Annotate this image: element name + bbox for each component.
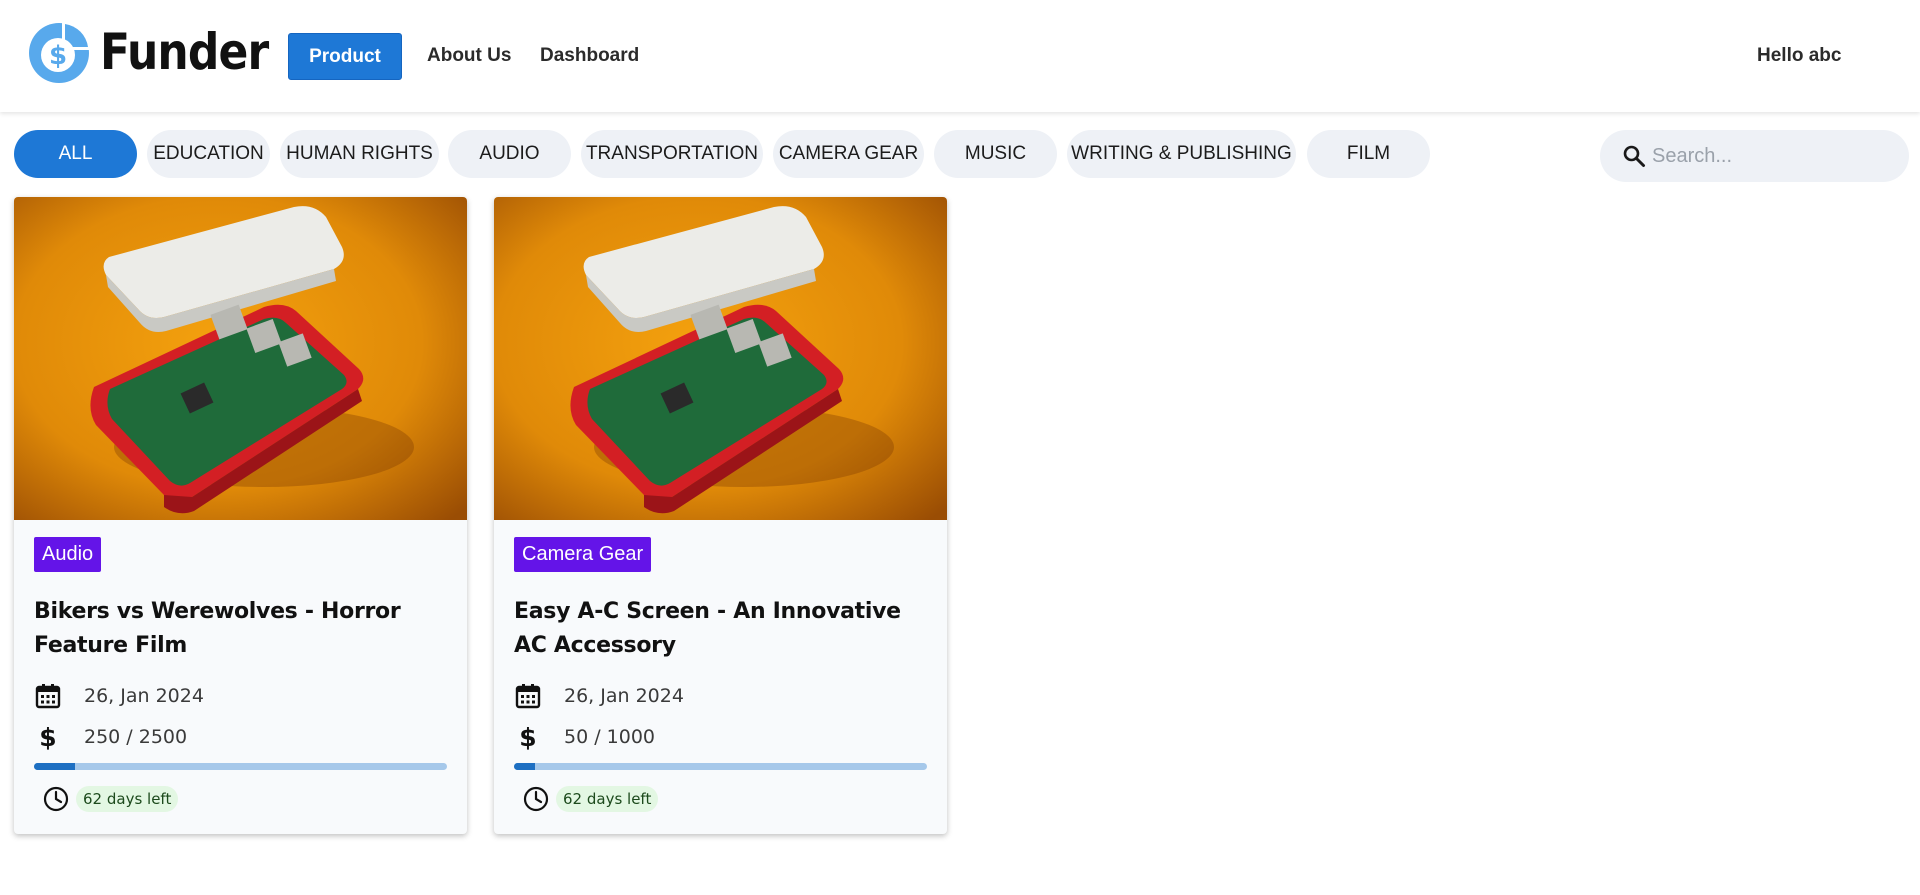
user-greeting[interactable]: Hello abc <box>1757 45 1841 67</box>
filter-chip-human-rights[interactable]: HUMAN RIGHTS <box>280 130 439 178</box>
project-image <box>494 197 947 520</box>
dollar-icon: $ <box>39 723 56 751</box>
funding-progress-bar <box>514 763 927 770</box>
filter-chip-audio[interactable]: AUDIO <box>448 130 571 178</box>
top-navbar: $ Funder Product About Us Dashboard Hell… <box>0 0 1920 112</box>
funding-row: $ 250 / 2500 <box>34 723 187 751</box>
funding-row: $ 50 / 1000 <box>514 723 655 751</box>
days-left-badge: 62 days left <box>556 786 659 812</box>
filter-chip-music[interactable]: MUSIC <box>934 130 1057 178</box>
search-icon <box>1623 145 1645 167</box>
filter-chip-camera-gear[interactable]: CAMERA GEAR <box>773 130 924 178</box>
funding-progress-fill <box>34 763 76 770</box>
project-card[interactable]: Camera Gear Easy A-C Screen - An Innovat… <box>494 197 947 834</box>
svg-text:$: $ <box>39 723 56 751</box>
project-card[interactable]: Audio Bikers vs Werewolves - Horror Feat… <box>14 197 467 834</box>
nav-dashboard-link[interactable]: Dashboard <box>540 45 639 67</box>
category-badge: Audio <box>34 537 102 572</box>
days-left-badge: 62 days left <box>76 786 179 812</box>
category-badge: Camera Gear <box>514 537 652 572</box>
funding-progress-bar <box>34 763 447 770</box>
clock-icon <box>523 786 549 812</box>
filter-chip-transportation[interactable]: TRANSPORTATION <box>581 130 763 178</box>
project-date: 26, Jan 2024 <box>84 685 204 707</box>
nav-about-link[interactable]: About Us <box>427 45 511 67</box>
project-date: 26, Jan 2024 <box>564 685 684 707</box>
project-title[interactable]: Easy A-C Screen - An Innovative AC Acces… <box>514 595 934 663</box>
brand-logo[interactable]: $ Funder <box>28 19 291 85</box>
funding-amount: 250 / 2500 <box>84 726 188 748</box>
funding-amount: 50 / 1000 <box>564 726 656 748</box>
clock-icon <box>43 786 69 812</box>
search-input[interactable] <box>1652 144 1892 168</box>
filter-chip-writing-publishing[interactable]: WRITING & PUBLISHING <box>1067 130 1296 178</box>
funder-logo-icon: $ <box>29 21 91 83</box>
nav-product-button[interactable]: Product <box>288 33 402 80</box>
time-left-row: 62 days left <box>522 785 659 813</box>
calendar-icon <box>515 684 541 709</box>
svg-text:$: $ <box>519 723 536 751</box>
svg-text:$: $ <box>49 41 67 71</box>
time-left-row: 62 days left <box>42 785 179 813</box>
calendar-icon <box>35 684 61 709</box>
date-row: 26, Jan 2024 <box>34 682 204 710</box>
dollar-icon: $ <box>519 723 536 751</box>
filter-chip-education[interactable]: EDUCATION <box>147 130 270 178</box>
date-row: 26, Jan 2024 <box>514 682 684 710</box>
filter-chip-all[interactable]: ALL <box>14 130 137 178</box>
brand-name: Funder <box>100 23 269 81</box>
project-image <box>14 197 467 520</box>
project-title[interactable]: Bikers vs Werewolves - Horror Feature Fi… <box>34 595 454 663</box>
search-box[interactable] <box>1600 130 1909 182</box>
funding-progress-fill <box>514 763 535 770</box>
filter-chip-film[interactable]: FILM <box>1307 130 1430 178</box>
